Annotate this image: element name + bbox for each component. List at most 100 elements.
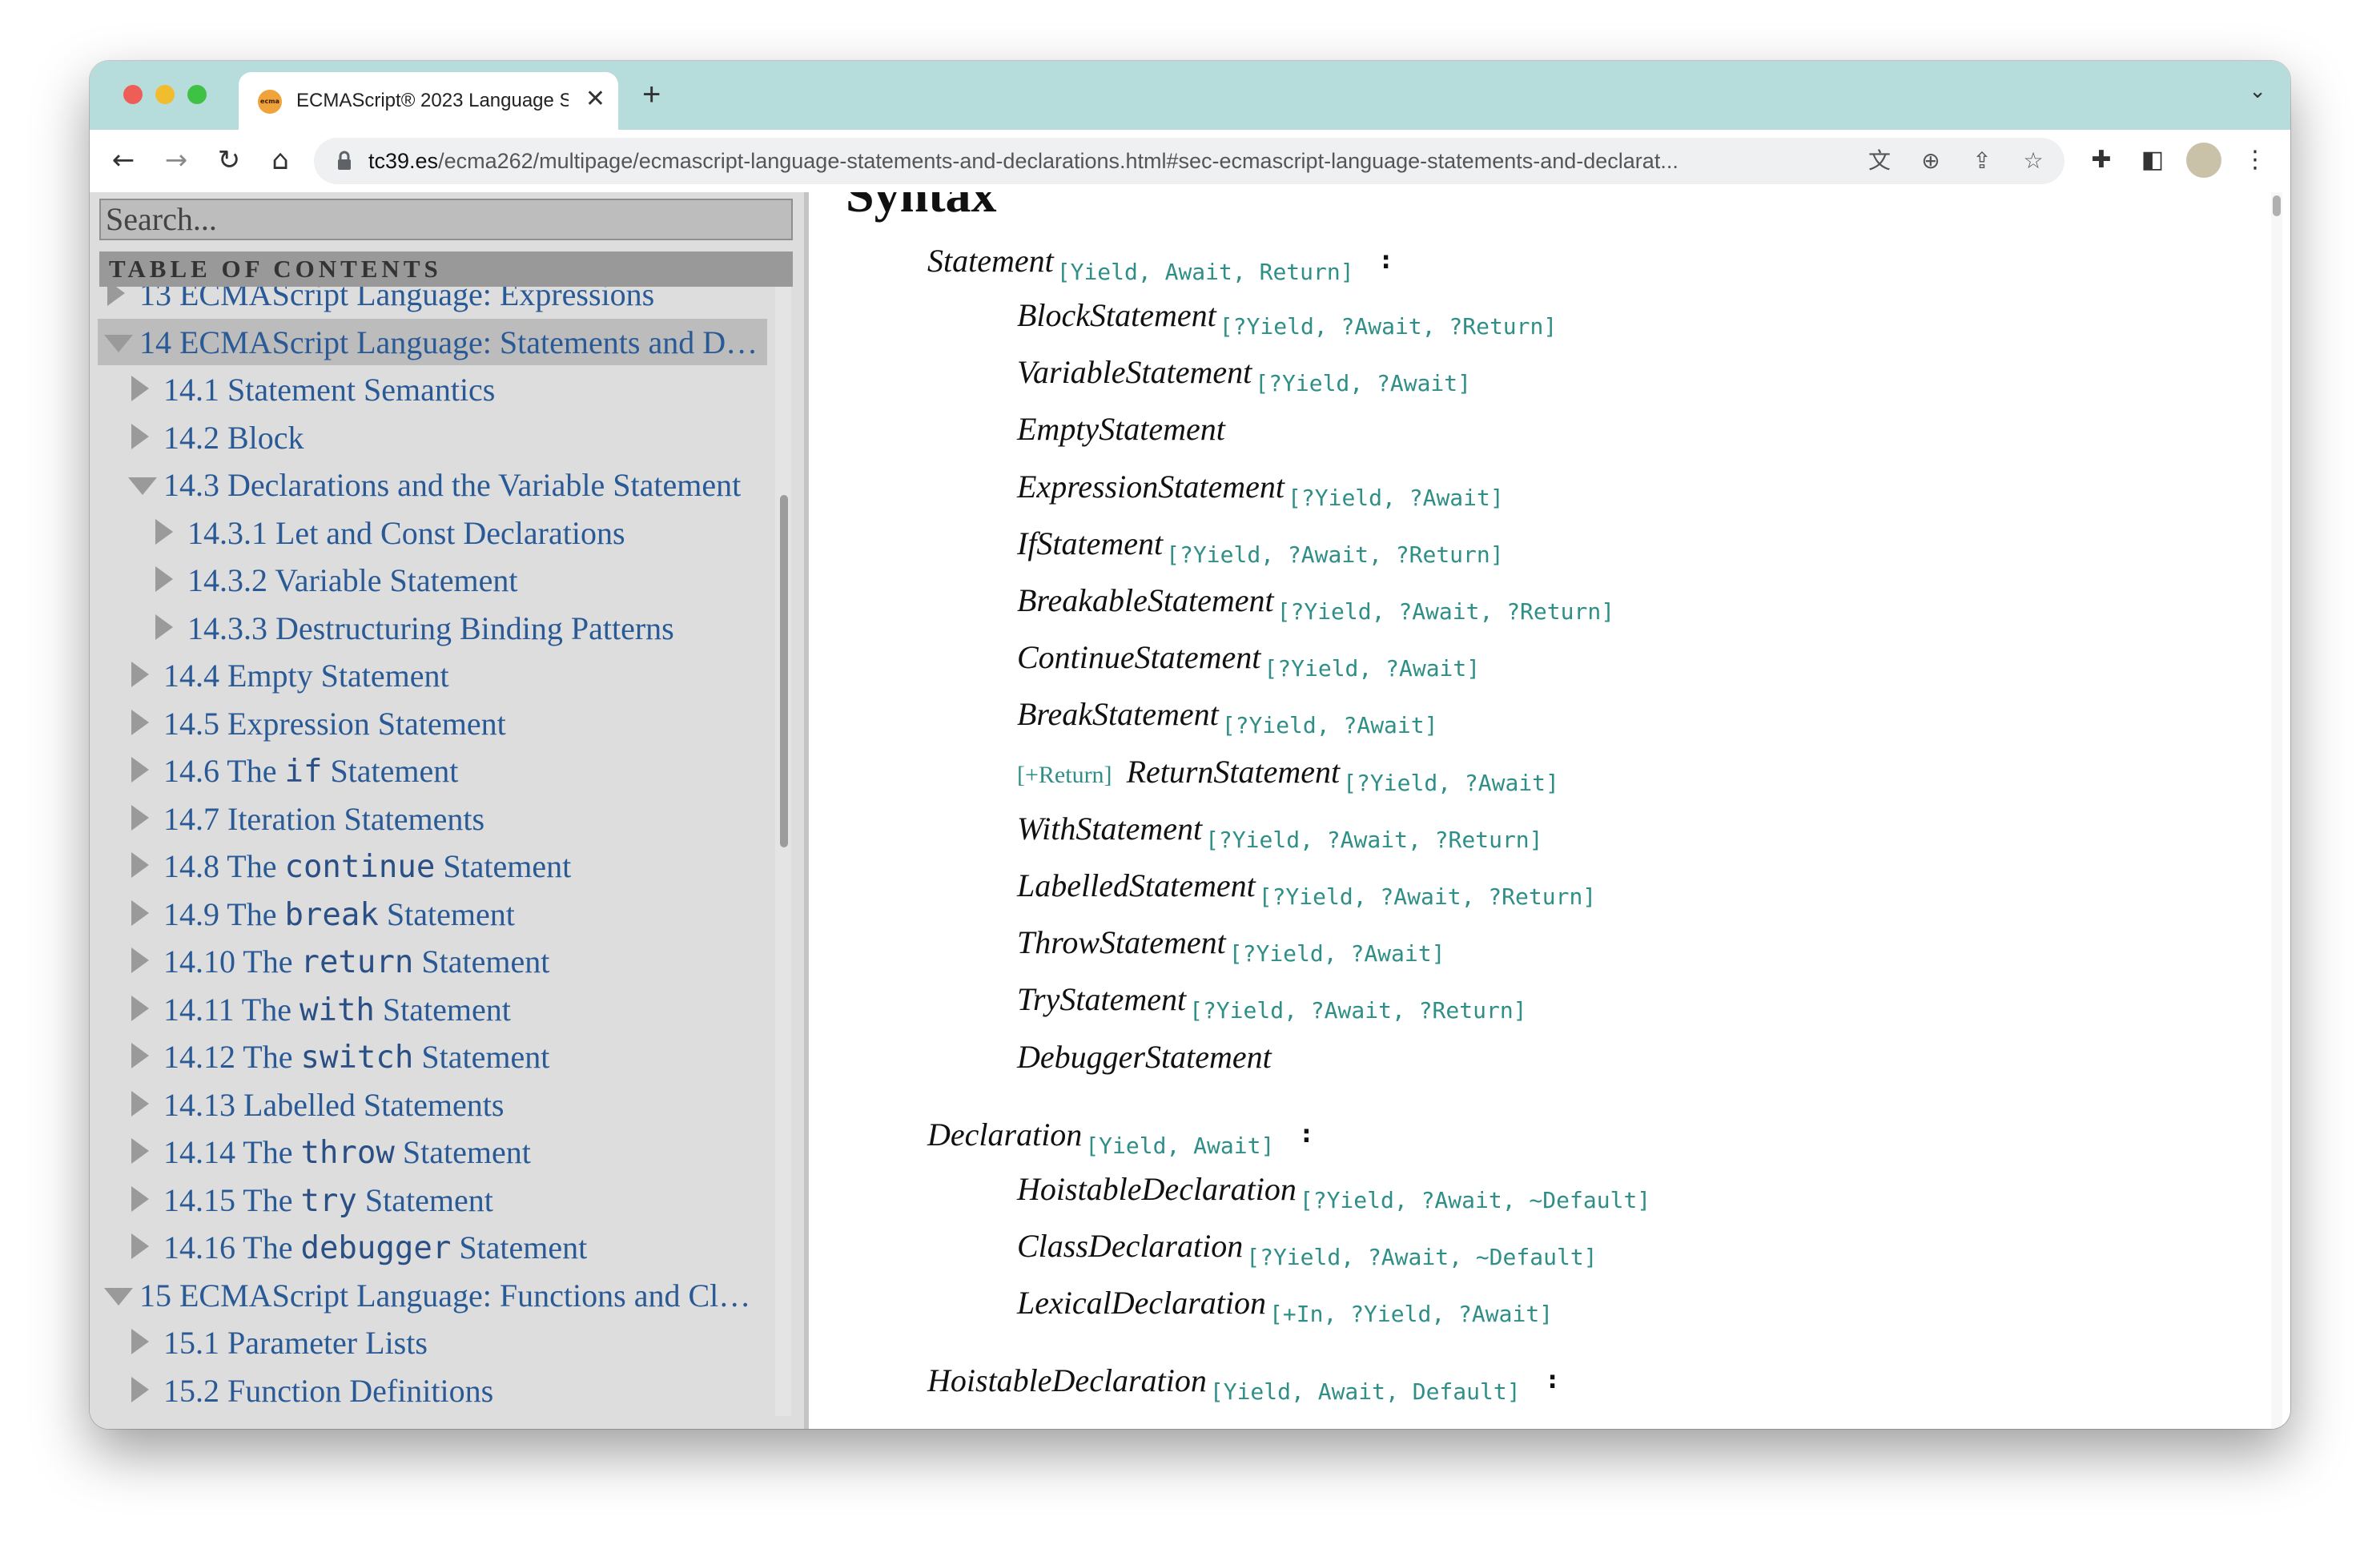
collapsed-triangle-icon[interactable] — [155, 518, 173, 545]
search-input[interactable]: Search... — [99, 199, 793, 240]
toc-item[interactable]: 14.6 The if Statement — [90, 747, 775, 794]
expanded-triangle-icon[interactable] — [104, 334, 133, 352]
nonterminal-link[interactable]: LabelledStatement — [1017, 867, 1256, 903]
toc-item[interactable]: 14 ECMAScript Language: Statements and D… — [98, 318, 767, 365]
tab-search-chevron-icon[interactable]: ⌄ — [2249, 78, 2266, 103]
collapsed-triangle-icon[interactable] — [131, 757, 149, 783]
collapsed-triangle-icon[interactable] — [131, 1185, 149, 1212]
nonterminal-link[interactable]: EmptyStatement — [1017, 411, 1225, 447]
collapsed-triangle-icon[interactable] — [131, 852, 149, 878]
collapsed-triangle-icon[interactable] — [155, 566, 173, 592]
content-scrollbar-thumb[interactable] — [2273, 195, 2281, 216]
collapsed-triangle-icon[interactable] — [131, 1329, 149, 1354]
collapsed-triangle-icon[interactable] — [131, 1138, 149, 1164]
toc-item[interactable]: 14.3 Declarations and the Variable State… — [90, 461, 775, 508]
collapsed-triangle-icon[interactable] — [131, 376, 149, 401]
nonterminal-link[interactable]: LexicalDeclaration — [1017, 1285, 1266, 1321]
forward-arrow-icon[interactable]: → — [159, 143, 194, 178]
toc-item-keyword: debugger — [300, 1230, 452, 1266]
toc-item[interactable]: 15.2 Function Definitions — [90, 1367, 775, 1414]
menu-kebab-icon[interactable]: ⋮ — [2237, 143, 2273, 178]
toc-item[interactable]: 14.5 Expression Statement — [90, 700, 775, 746]
collapsed-triangle-icon[interactable] — [131, 1376, 149, 1402]
toc-item[interactable]: 14.3.3 Destructuring Binding Patterns — [90, 605, 775, 651]
nonterminal-link[interactable]: WithStatement — [1017, 811, 1202, 847]
rhs-params: [?Yield, ?Await] — [1264, 655, 1481, 682]
toc-item[interactable]: 14.8 The continue Statement — [90, 843, 775, 889]
nonterminal-link[interactable]: IfStatement — [1017, 525, 1163, 561]
sidebar-scrollbar[interactable] — [775, 287, 791, 1416]
nonterminal-link[interactable]: Statement — [927, 243, 1054, 279]
toc-item[interactable]: 14.3.1 Let and Const Declarations — [90, 509, 775, 556]
toc-item-label: 14.10 The return Statement — [163, 943, 751, 980]
collapsed-triangle-icon[interactable] — [131, 899, 149, 926]
toc-item[interactable]: 14.15 The try Statement — [90, 1177, 775, 1223]
collapsed-triangle-icon[interactable] — [155, 614, 173, 640]
collapsed-triangle-icon[interactable] — [131, 948, 149, 973]
home-icon[interactable]: ⌂ — [263, 143, 298, 178]
expanded-triangle-icon[interactable] — [128, 477, 157, 495]
nonterminal-link[interactable]: DebuggerStatement — [1017, 1039, 1272, 1075]
bookmark-star-icon[interactable]: ☆ — [2020, 147, 2047, 175]
reload-icon[interactable]: ↻ — [211, 143, 247, 178]
nonterminal-link[interactable]: BlockStatement — [1017, 297, 1216, 333]
collapsed-triangle-icon[interactable] — [131, 1233, 149, 1259]
toc-item[interactable]: 14.12 The switch Statement — [90, 1033, 775, 1080]
active-tab[interactable]: ecma ECMAScript® 2023 Language Specifica… — [239, 72, 618, 130]
back-arrow-icon[interactable]: ← — [106, 143, 141, 178]
production-params: [Yield, Await] — [1085, 1132, 1275, 1159]
collapsed-triangle-icon[interactable] — [131, 423, 149, 449]
sidebar-scrollbar-thumb[interactable] — [780, 495, 788, 847]
nonterminal-link[interactable]: BreakStatement — [1017, 696, 1219, 732]
toc-item[interactable]: 14.7 Iteration Statements — [90, 795, 775, 842]
nonterminal-link[interactable]: HoistableDeclaration — [927, 1362, 1207, 1398]
collapsed-triangle-icon[interactable] — [131, 709, 149, 735]
toc-item[interactable]: 14.14 The throw Statement — [90, 1129, 775, 1175]
collapsed-triangle-icon[interactable] — [131, 804, 149, 831]
collapsed-triangle-icon[interactable] — [131, 662, 149, 687]
new-tab-button[interactable]: + — [642, 78, 661, 111]
toc-item[interactable]: 14.4 Empty Statement — [90, 652, 775, 698]
share-icon[interactable]: ⇪ — [1968, 147, 1996, 175]
toc-item[interactable]: 15.1 Parameter Lists — [90, 1319, 775, 1366]
nonterminal-link[interactable]: ReturnStatement — [1127, 754, 1341, 790]
nonterminal-link[interactable]: ThrowStatement — [1017, 924, 1226, 960]
nonterminal-link[interactable]: VariableStatement — [1017, 354, 1252, 390]
zoom-window-button[interactable] — [187, 85, 207, 104]
nonterminal-link[interactable]: TryStatement — [1017, 981, 1186, 1017]
collapsed-triangle-icon[interactable] — [131, 995, 149, 1021]
toc-item[interactable]: 14.1 Statement Semantics — [90, 366, 775, 412]
toc-item[interactable]: 14.10 The return Statement — [90, 938, 775, 984]
nonterminal-link[interactable]: HoistableDeclaration — [1017, 1171, 1297, 1207]
content-scrollbar[interactable] — [2271, 192, 2282, 1429]
lock-icon[interactable] — [332, 148, 357, 174]
toc-item[interactable]: 14.11 The with Statement — [90, 986, 775, 1032]
address-bar[interactable]: tc39.es/ecma262/multipage/ecmascript-lan… — [314, 138, 2064, 184]
toc-item-label-suffix: Statement — [374, 991, 511, 1028]
side-panel-icon[interactable]: ◧ — [2135, 143, 2170, 178]
toc-item[interactable]: 14.13 Labelled Statements — [90, 1081, 775, 1128]
tab-close-icon[interactable]: ✕ — [585, 85, 605, 114]
minimize-window-button[interactable] — [155, 85, 175, 104]
toc-item[interactable]: 14.3.2 Variable Statement — [90, 557, 775, 603]
toc-item[interactable]: 14.9 The break Statement — [90, 891, 775, 937]
collapsed-triangle-icon[interactable] — [131, 1090, 149, 1116]
toc-item[interactable]: 14.2 Block — [90, 414, 775, 461]
nonterminal-link[interactable]: Declaration — [927, 1116, 1082, 1153]
zoom-icon[interactable]: ⊕ — [1917, 147, 1944, 175]
collapsed-triangle-icon[interactable] — [107, 287, 125, 306]
nonterminal-link[interactable]: ClassDeclaration — [1017, 1228, 1243, 1264]
close-window-button[interactable] — [123, 85, 143, 104]
collapsed-triangle-icon[interactable] — [131, 1043, 149, 1068]
url-text[interactable]: tc39.es/ecma262/multipage/ecmascript-lan… — [368, 149, 1874, 174]
extensions-puzzle-icon[interactable]: ✚ — [2084, 143, 2119, 178]
nonterminal-link[interactable]: BreakableStatement — [1017, 582, 1274, 618]
expanded-triangle-icon[interactable] — [104, 1287, 133, 1306]
profile-avatar[interactable] — [2186, 143, 2221, 178]
nonterminal-link[interactable]: ContinueStatement — [1017, 639, 1260, 675]
translate-icon[interactable]: 文 — [1866, 147, 1893, 175]
toc-item[interactable]: 13 ECMAScript Language: Expressions — [90, 287, 775, 317]
toc-item[interactable]: 15 ECMAScript Language: Functions and Cl… — [90, 1272, 775, 1318]
nonterminal-link[interactable]: ExpressionStatement — [1017, 469, 1284, 505]
toc-item[interactable]: 14.16 The debugger Statement — [90, 1224, 775, 1270]
